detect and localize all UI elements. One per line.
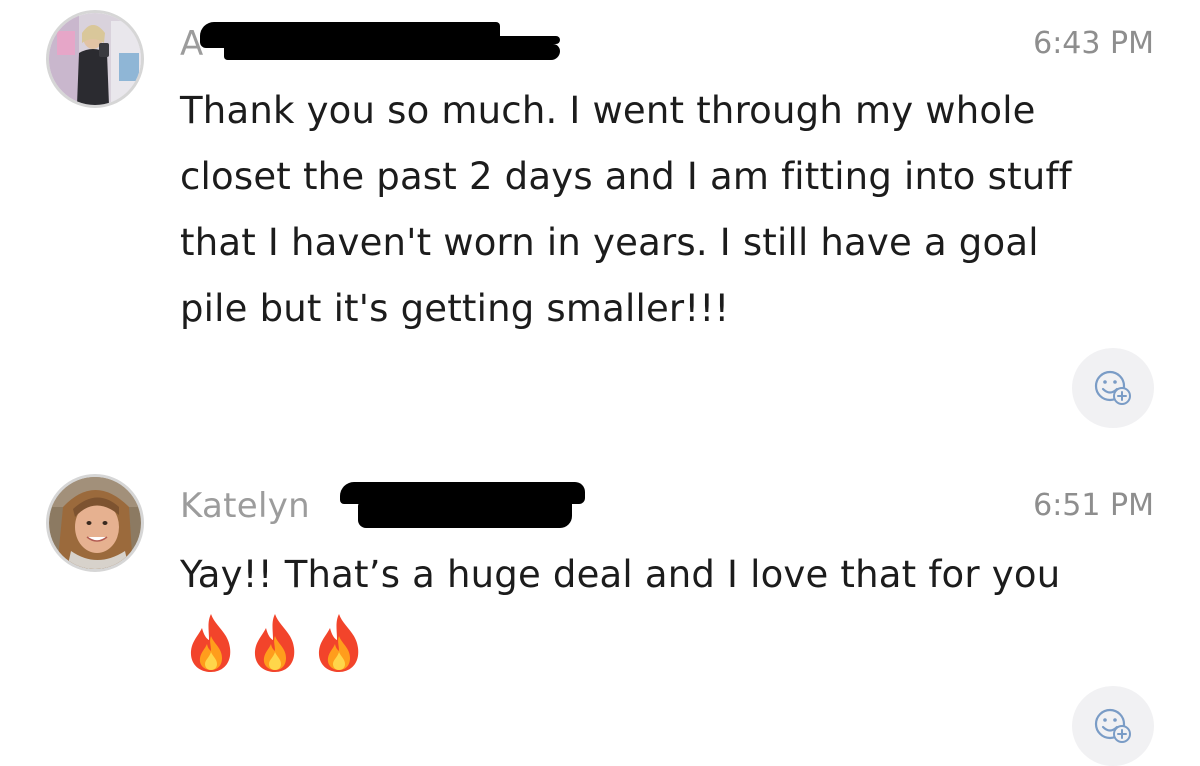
redaction-mark bbox=[358, 502, 572, 528]
emoji-add-icon bbox=[1094, 370, 1131, 405]
message-text: Yay!! That’s a huge deal and I love that… bbox=[180, 553, 1061, 596]
message-timestamp: 6:43 PM bbox=[1033, 26, 1154, 61]
redaction-mark bbox=[330, 36, 560, 44]
avatar-photo bbox=[49, 13, 141, 105]
avatar[interactable] bbox=[46, 474, 144, 572]
message-timestamp: 6:51 PM bbox=[1033, 488, 1154, 523]
add-reaction-button[interactable] bbox=[1072, 686, 1154, 766]
redaction-mark bbox=[340, 482, 585, 504]
emoji-row bbox=[182, 612, 368, 678]
avatar-photo bbox=[49, 477, 141, 569]
fire-icon bbox=[190, 614, 231, 672]
redaction-mark bbox=[224, 44, 560, 60]
fire-icon bbox=[254, 614, 295, 672]
message-item: A 6:43 PM Thank you so much. I went thro… bbox=[0, 0, 1200, 440]
fire-icon bbox=[318, 614, 359, 672]
message-text: Thank you so much. I went through my who… bbox=[180, 89, 1072, 330]
add-reaction-button[interactable] bbox=[1072, 348, 1154, 428]
message-item: Katelyn 6:51 PM Yay!! That’s a huge deal… bbox=[0, 460, 1200, 766]
sender-name[interactable]: Katelyn bbox=[180, 486, 310, 526]
message-header: A 6:43 PM bbox=[180, 20, 1154, 66]
avatar[interactable] bbox=[46, 10, 144, 108]
message-header: Katelyn 6:51 PM bbox=[180, 482, 1154, 528]
emoji-add-icon bbox=[1094, 708, 1131, 743]
